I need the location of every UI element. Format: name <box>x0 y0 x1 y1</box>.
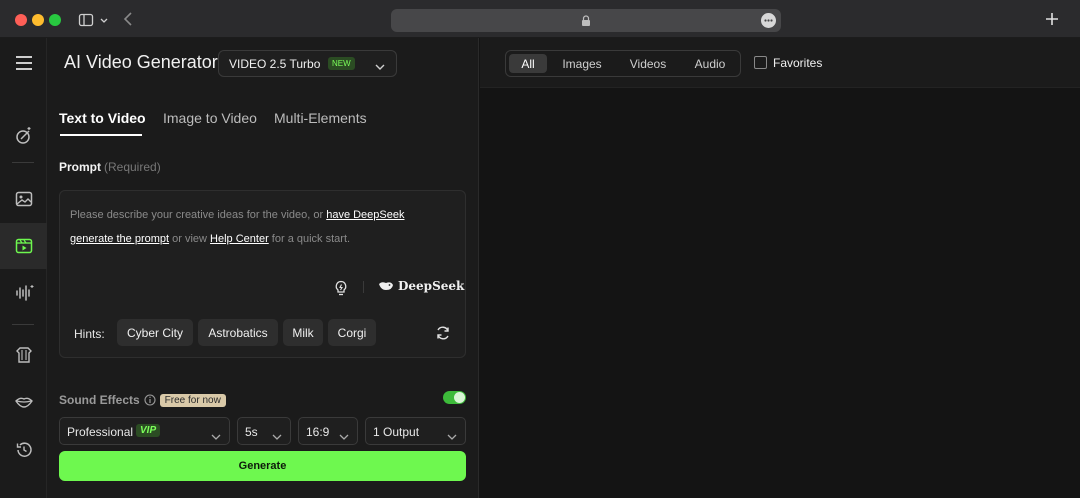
divider <box>363 281 364 293</box>
placeholder-text-3: for a quick start. <box>268 233 351 245</box>
chevron-down-icon <box>446 428 458 446</box>
filter-images[interactable]: Images <box>554 54 610 73</box>
hint-chip[interactable]: Corgi <box>328 319 376 346</box>
sound-effects-toggle[interactable] <box>443 391 466 404</box>
placeholder-text: Please describe your creative ideas for … <box>70 209 327 221</box>
filter-bar: All Images Videos Audio Favorites <box>480 38 1080 88</box>
more-icon[interactable] <box>761 13 776 28</box>
vip-badge: VIP <box>136 424 161 437</box>
help-center-link[interactable]: Help Center <box>210 233 269 245</box>
mode-value: Professional <box>67 425 134 439</box>
info-icon[interactable] <box>144 394 156 406</box>
free-badge: Free for now <box>159 393 226 407</box>
generate-prompt-link[interactable]: generate the prompt <box>70 233 169 245</box>
tab-text-to-video[interactable]: Text to Video <box>59 110 146 126</box>
hint-chip[interactable]: Milk <box>283 319 323 346</box>
minimize-window-button[interactable] <box>32 14 44 26</box>
assets-area: All Images Videos Audio Favorites <box>480 38 1080 498</box>
refresh-icon[interactable] <box>435 325 451 346</box>
sound-effects-label: Sound Effects Free for now <box>59 393 226 407</box>
mode-select[interactable]: Professional VIP <box>59 417 230 445</box>
prompt-label: Prompt (Required) <box>59 160 161 174</box>
prompt-label-text: Prompt <box>59 160 101 174</box>
output-count-select[interactable]: 1 Output <box>365 417 466 445</box>
hint-chip[interactable]: Cyber City <box>117 319 193 346</box>
deepseek-button[interactable]: DeepSeek <box>378 279 464 293</box>
history-icon[interactable] <box>0 427 47 473</box>
outputs-value: 1 Output <box>373 425 420 439</box>
prompt-input[interactable]: Please describe your creative ideas for … <box>59 190 466 358</box>
deepseek-whale-icon <box>379 282 393 290</box>
sound-effects-text: Sound Effects <box>59 393 140 407</box>
model-select[interactable]: VIDEO 2.5 Turbo NEW <box>218 50 397 77</box>
duration-select[interactable]: 5s <box>237 417 291 445</box>
model-label: VIDEO 2.5 Turbo <box>229 57 321 71</box>
aspect-ratio-select[interactable]: 16:9 <box>298 417 358 445</box>
favorites-checkbox[interactable] <box>754 56 767 69</box>
filter-videos[interactable]: Videos <box>621 54 675 73</box>
outfit-icon[interactable] <box>0 332 47 378</box>
app-title: AI Video Generator <box>64 52 218 72</box>
required-hint: (Required) <box>104 160 161 174</box>
hints-label: Hints: <box>74 327 105 341</box>
new-tab-icon[interactable] <box>1044 11 1060 27</box>
deepseek-label: DeepSeek <box>398 279 465 293</box>
chevron-down-icon <box>374 59 386 77</box>
aspect-value: 16:9 <box>306 425 330 439</box>
generator-panel: AI Video Generator VIDEO 2.5 Turbo NEW T… <box>47 38 479 498</box>
menu-icon[interactable] <box>0 40 47 86</box>
close-window-button[interactable] <box>15 14 27 26</box>
placeholder-text-2: or view <box>169 233 211 245</box>
new-badge: NEW <box>328 57 355 70</box>
lips-icon[interactable] <box>0 379 47 425</box>
magic-wand-icon[interactable] <box>0 113 47 159</box>
browser-toolbar <box>0 0 1080 38</box>
audio-wave-icon[interactable] <box>0 270 47 316</box>
chevron-down-icon <box>210 428 222 446</box>
favorites-label[interactable]: Favorites <box>773 56 822 70</box>
zoom-window-button[interactable] <box>49 14 61 26</box>
chevron-down-icon <box>338 428 350 446</box>
nav-rail <box>0 38 47 498</box>
active-tab-indicator <box>60 134 142 136</box>
sidebar-toggle-icon[interactable] <box>78 12 112 28</box>
deepseek-link[interactable]: have DeepSeek <box>326 209 404 221</box>
tab-image-to-video[interactable]: Image to Video <box>163 110 257 126</box>
hint-chip[interactable]: Astrobatics <box>198 319 278 346</box>
image-icon[interactable] <box>0 176 47 222</box>
chevron-down-icon <box>271 428 283 446</box>
filter-audio[interactable]: Audio <box>684 54 736 73</box>
prompt-placeholder: Please describe your creative ideas for … <box>70 203 450 251</box>
duration-value: 5s <box>245 425 258 439</box>
address-bar[interactable] <box>391 9 781 32</box>
lock-icon <box>580 14 592 26</box>
filter-tabs: All Images Videos Audio <box>505 50 741 77</box>
generate-button[interactable]: Generate <box>59 451 466 481</box>
lightbulb-icon[interactable] <box>334 280 348 301</box>
video-icon[interactable] <box>0 223 47 269</box>
back-icon[interactable] <box>120 10 136 28</box>
filter-all[interactable]: All <box>509 54 547 73</box>
tab-multi-elements[interactable]: Multi-Elements <box>274 110 367 126</box>
